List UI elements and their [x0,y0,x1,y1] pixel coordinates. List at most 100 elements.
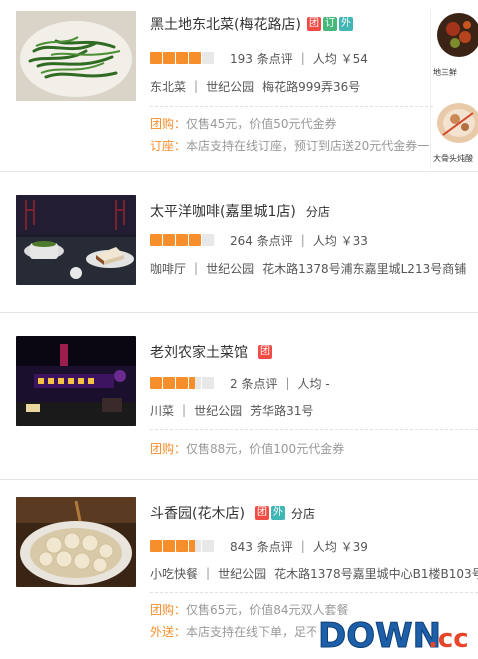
listing-title-row: 太平洋咖啡(嘉里城1店) 分店 [150,201,330,221]
deal-label: 外送： [150,624,187,639]
group-buy-badge[interactable]: 团 [254,506,269,520]
deal-label: 团购： [150,441,187,456]
address-text: 花木路1378号浦东嘉里城L213号商铺 [262,261,467,276]
side-recommendation-panel: 地三鲜 大骨头炖酸 [430,9,478,169]
side-dish-photo[interactable] [433,9,478,65]
deal-text[interactable]: 仅售88元，价值100元代金券 [186,440,344,457]
dashed-divider [150,592,478,593]
rating-row: 2 条点评 | 人均 - [150,374,330,392]
restaurant-photo[interactable] [16,336,136,426]
star-rating [150,52,214,64]
category-link[interactable]: 小吃快餐 [150,565,198,582]
side-dish-caption[interactable]: 地三鲜 [433,67,457,78]
deal-text[interactable]: 本店支持在线下单，足不 [186,623,318,640]
star-icon [150,52,162,64]
deal-text[interactable]: 仅售45元，价值50元代金券 [186,115,337,132]
deal-row-delivery[interactable]: 外送： 本店支持在线下单，足不 [150,622,318,640]
deal-label: 团购： [150,116,187,131]
star-half-icon [189,377,201,389]
listing-card[interactable]: 黑土地东北菜(梅花路店) 团 订 外 193 条点评 | 人均 ￥54 东北菜 … [0,0,478,170]
listing-title-row: 老刘农家土菜馆 团 [150,342,272,362]
review-count-link[interactable]: 2 条点评 [230,375,277,392]
deal-text[interactable]: 本店支持在线订座，预订到店送20元代金券一 [186,137,429,154]
star-icon [176,540,188,552]
delivery-badge[interactable]: 外 [338,17,353,31]
listing-card[interactable]: 老刘农家土菜馆 团 2 条点评 | 人均 - 川菜 | 世纪公园 芳华路31号 … [0,313,478,483]
star-rating [150,234,214,246]
review-count-link[interactable]: 843 条点评 [230,538,293,555]
star-icon [163,540,175,552]
restaurant-name-link[interactable]: 太平洋咖啡(嘉里城1店) [150,201,296,221]
address-row: 川菜 | 世纪公园 芳华路31号 [150,401,313,419]
rating-row: 264 条点评 | 人均 ￥33 [150,231,368,249]
rating-row: 193 条点评 | 人均 ￥54 [150,49,368,67]
delivery-badge[interactable]: 外 [270,506,285,520]
star-icon [150,540,162,552]
area-link[interactable]: 世纪公园 [206,260,254,277]
deal-label: 团购： [150,602,187,617]
review-count-link[interactable]: 264 条点评 [230,232,293,249]
restaurant-name-link[interactable]: 老刘农家土菜馆 [150,342,248,362]
star-icon [163,377,175,389]
star-icon [163,52,175,64]
address-row: 咖啡厅 | 世纪公园 花木路1378号浦东嘉里城L213号商铺 [150,259,466,277]
category-link[interactable]: 川菜 [150,402,174,419]
star-icon [202,540,214,552]
branch-link[interactable]: 分店 [291,505,315,522]
star-icon [189,52,201,64]
side-dish-photo[interactable] [433,95,478,151]
review-count-link[interactable]: 193 条点评 [230,50,293,67]
listing-card[interactable]: 太平洋咖啡(嘉里城1店) 分店 264 条点评 | 人均 ￥33 咖啡厅 | 世… [0,172,478,312]
separator: | [194,79,199,93]
star-rating [150,377,214,389]
address-text: 芳华路31号 [250,403,314,418]
restaurant-photo[interactable] [16,195,136,285]
area-link[interactable]: 世纪公园 [194,402,242,419]
area-link[interactable]: 世纪公园 [206,78,254,95]
branch-link[interactable]: 分店 [306,203,330,220]
star-icon [163,234,175,246]
restaurant-photo[interactable] [16,497,136,587]
watermark-logo: DOWN .cc [316,611,476,657]
listing-title-row: 黑土地东北菜(梅花路店) 团 订 外 [150,14,353,34]
deal-row-group-buy[interactable]: 团购： 仅售45元，价值50元代金券 [150,114,337,132]
restaurant-photo[interactable] [16,11,136,101]
separator: | [206,566,211,580]
area-link[interactable]: 世纪公园 [218,565,266,582]
restaurant-name-link[interactable]: 斗香园(花木店) [150,503,245,523]
star-icon [176,234,188,246]
average-price: 人均 ￥54 [312,51,368,66]
separator: | [300,233,305,247]
group-buy-badge[interactable]: 团 [306,17,321,31]
restaurant-name-link[interactable]: 黑土地东北菜(梅花路店) [150,14,301,34]
separator: | [285,376,290,390]
svg-text:.cc: .cc [428,624,469,654]
address-text: 花木路1378号嘉里城中心B1楼B103号 [274,566,478,581]
separator: | [300,539,305,553]
average-price: 人均 - [297,376,330,391]
deal-row-reservation[interactable]: 订座： 本店支持在线订座，预订到店送20元代金券一 [150,136,429,154]
separator: | [300,51,305,65]
category-link[interactable]: 东北菜 [150,78,186,95]
rating-row: 843 条点评 | 人均 ￥39 [150,537,368,555]
listing-title-row: 斗香园(花木店) 团 外 分店 [150,503,315,523]
category-link[interactable]: 咖啡厅 [150,260,186,277]
reservation-badge[interactable]: 订 [322,17,337,31]
separator: | [182,403,187,417]
group-buy-badge[interactable]: 团 [258,345,272,359]
dashed-divider [150,429,478,430]
dashed-divider [150,106,478,107]
address-row: 东北菜 | 世纪公园 梅花路999弄36号 [150,77,360,95]
address-text: 梅花路999弄36号 [262,79,361,94]
address-row: 小吃快餐 | 世纪公园 花木路1378号嘉里城中心B1楼B103号 [150,564,478,582]
star-icon [202,52,214,64]
deal-row-group-buy[interactable]: 团购： 仅售88元，价值100元代金券 [150,439,344,457]
side-dish-caption[interactable]: 大骨头炖酸 [433,153,473,164]
svg-text:DOWN: DOWN [318,616,441,655]
star-icon [176,377,188,389]
star-icon [202,234,214,246]
star-icon [202,377,214,389]
star-icon [189,234,201,246]
deal-label: 订座： [150,138,187,153]
star-icon [150,377,162,389]
